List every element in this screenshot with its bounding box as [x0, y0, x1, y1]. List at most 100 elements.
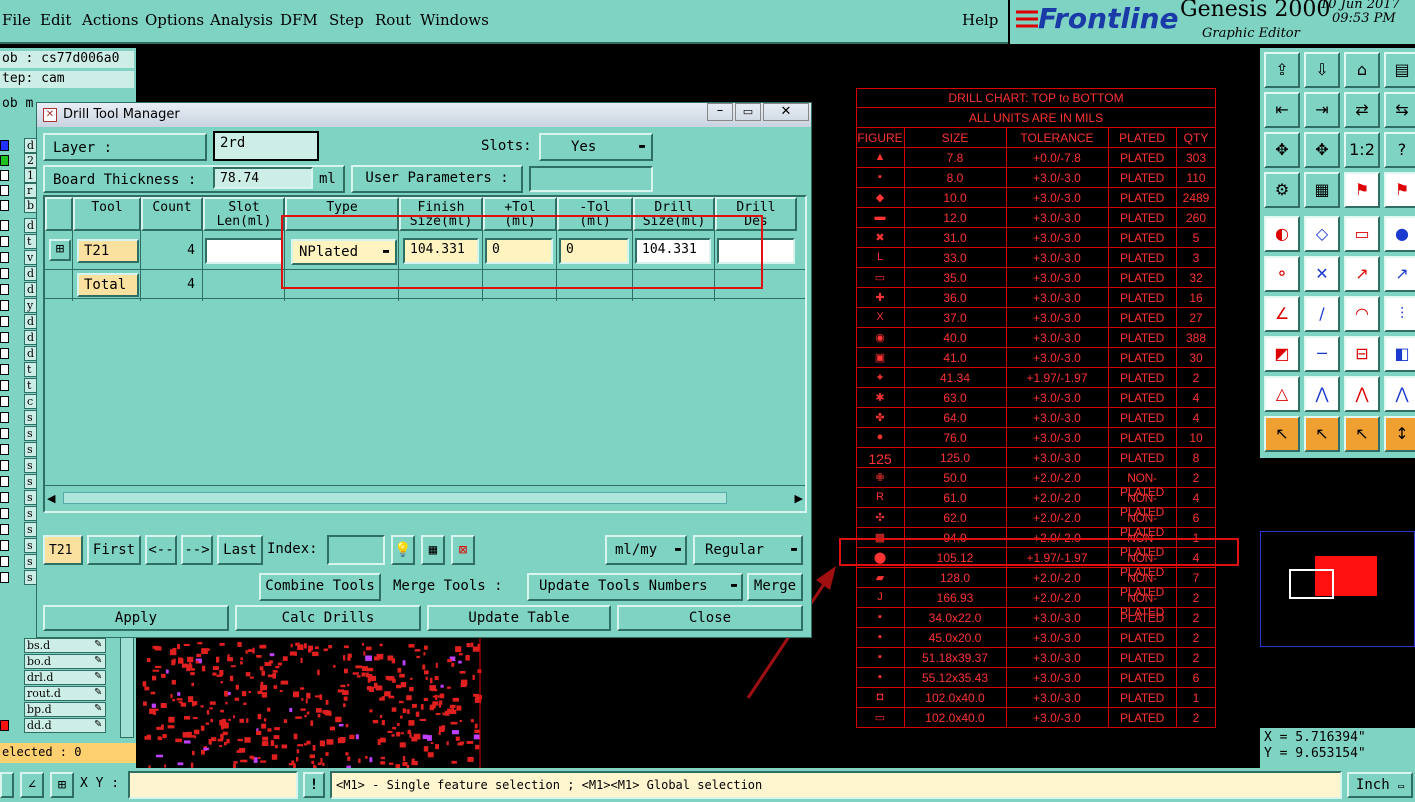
peak-icon[interactable]: ⋀	[1344, 376, 1380, 412]
layer-checkbox[interactable]	[0, 396, 9, 407]
layer-row[interactable]: bp.d ✎	[0, 702, 134, 717]
layer-checkbox[interactable]	[0, 348, 9, 359]
column-header[interactable]: Count	[141, 197, 203, 231]
fit-icon[interactable]: ✥	[1264, 132, 1300, 168]
close-icon[interactable]: ✕	[763, 103, 809, 121]
select-icon[interactable]: ↖	[1264, 416, 1300, 452]
menu-windows[interactable]: Windows	[420, 11, 489, 29]
layer-row[interactable]: drl.d ✎	[0, 670, 134, 685]
prev-button[interactable]: <--	[145, 535, 177, 565]
layer-checkbox[interactable]	[0, 444, 9, 455]
maximize-icon[interactable]: ▭	[735, 103, 761, 121]
layer-checkbox[interactable]	[0, 185, 9, 196]
status-btn-edge[interactable]	[0, 772, 14, 798]
layer-checkbox[interactable]	[0, 200, 9, 211]
layer-checkbox[interactable]	[0, 252, 9, 263]
layer-row[interactable]: rout.d ✎	[0, 686, 134, 701]
layer-checkbox[interactable]	[0, 572, 9, 583]
swap-icon[interactable]: ⇆	[1384, 92, 1415, 128]
column-header[interactable]	[45, 197, 73, 231]
dot-icon[interactable]: ●	[1384, 216, 1415, 252]
help-icon[interactable]: ?	[1384, 132, 1415, 168]
index-input[interactable]	[327, 535, 385, 565]
arc-icon[interactable]: ◠	[1344, 296, 1380, 332]
layer-row[interactable]: bo.d ✎	[0, 654, 134, 669]
layer-checkbox[interactable]	[0, 556, 9, 567]
snap-icon[interactable]: ⚑	[1384, 172, 1415, 208]
delete-icon[interactable]: ⊠	[451, 535, 475, 565]
table-icon[interactable]: ▦	[421, 535, 445, 565]
layer-checkbox[interactable]	[0, 380, 9, 391]
select-icon[interactable]: ↖	[1344, 416, 1380, 452]
shape-icon[interactable]: ◇	[1304, 216, 1340, 252]
snap-grid-icon[interactable]: ⊞	[50, 772, 74, 798]
first-button[interactable]: First	[87, 535, 141, 565]
lightbulb-icon[interactable]: 💡	[391, 535, 415, 565]
scroll-left-icon[interactable]: ◀	[47, 492, 55, 505]
horizontal-scrollbar[interactable]: ◀ ▶	[45, 485, 805, 511]
calc-drills-button[interactable]: Calc Drills	[235, 605, 421, 631]
pad-icon[interactable]: ◐	[1264, 216, 1300, 252]
layer-checkbox[interactable]	[0, 492, 9, 503]
warning-icon[interactable]: !	[303, 772, 325, 798]
grid-icon[interactable]: ▦	[1304, 172, 1340, 208]
apply-button[interactable]: Apply	[43, 605, 229, 631]
layer-checkbox[interactable]	[0, 155, 9, 166]
layer-checkbox[interactable]	[0, 508, 9, 519]
mode-dropdown[interactable]: Regular ▬	[693, 535, 803, 565]
layer-checkbox[interactable]	[0, 720, 9, 731]
triangle-icon[interactable]: △	[1264, 376, 1300, 412]
layer-checkbox[interactable]	[0, 284, 9, 295]
select-icon[interactable]: ↖	[1304, 416, 1340, 452]
arrow-icon[interactable]: ↗	[1384, 256, 1415, 292]
menu-rout[interactable]: Rout	[375, 11, 411, 29]
menu-help[interactable]: Help	[962, 11, 998, 29]
cross-icon[interactable]: ✕	[1304, 256, 1340, 292]
update-table-button[interactable]: Update Table	[427, 605, 611, 631]
combine-tools-button[interactable]: Combine Tools	[259, 573, 381, 601]
layer-input[interactable]: 2rd	[213, 131, 319, 161]
layer-checkbox[interactable]	[0, 316, 9, 327]
tool-name[interactable]: T21	[77, 239, 139, 263]
board-thickness-input[interactable]: 78.74	[213, 167, 313, 189]
user-parameters-input[interactable]	[529, 166, 653, 192]
home-icon[interactable]: ⌂	[1344, 52, 1380, 88]
overview-viewport[interactable]	[1289, 569, 1334, 599]
group-icon[interactable]: ◩	[1264, 336, 1300, 372]
pan-right-icon[interactable]: ⇥	[1304, 92, 1340, 128]
layer-checkbox[interactable]	[0, 364, 9, 375]
row-expand-icon[interactable]: ⊞	[49, 239, 71, 261]
next-button[interactable]: -->	[181, 535, 213, 565]
layer-checkbox[interactable]	[0, 170, 9, 181]
slot-len-input[interactable]	[205, 238, 283, 264]
column-header[interactable]: Slot Len(ml)	[203, 197, 285, 231]
edit-icon[interactable]: ✎	[94, 703, 102, 714]
slots-select[interactable]: Yes ▬	[539, 133, 653, 161]
menu-analysis[interactable]: Analysis	[210, 11, 273, 29]
pan-left-icon[interactable]: ⇤	[1264, 92, 1300, 128]
minimize-icon[interactable]: –	[707, 103, 733, 121]
edit-icon[interactable]: ✎	[94, 687, 102, 698]
zoom-in-icon[interactable]: ⇪	[1264, 52, 1300, 88]
edit-icon[interactable]: ✎	[94, 719, 102, 730]
swap-icon[interactable]: ⇄	[1344, 92, 1380, 128]
layer-checkbox[interactable]	[0, 140, 9, 151]
layers-icon[interactable]: ▤	[1384, 52, 1415, 88]
menu-edit[interactable]: Edit	[40, 11, 71, 29]
layer-row[interactable]: dd.d ✎	[0, 718, 134, 733]
scale-icon[interactable]: 1:2	[1344, 132, 1380, 168]
center-icon[interactable]: ✥	[1304, 132, 1340, 168]
units-select[interactable]: Inch ▭	[1347, 772, 1413, 798]
layer-checkbox[interactable]	[0, 236, 9, 247]
line-icon[interactable]: ∠	[1264, 296, 1300, 332]
menu-dfm[interactable]: DFM	[280, 11, 318, 29]
scroll-right-icon[interactable]: ▶	[795, 492, 803, 505]
layer-checkbox[interactable]	[0, 220, 9, 231]
xy-input[interactable]	[128, 771, 298, 799]
menu-step[interactable]: Step	[329, 11, 364, 29]
arrow-icon[interactable]: ↗	[1344, 256, 1380, 292]
connect-icon[interactable]: ⚬	[1264, 256, 1300, 292]
frame-icon[interactable]: ⊟	[1344, 336, 1380, 372]
user-parameters-button[interactable]: User Parameters :	[351, 165, 523, 193]
zoom-out-icon[interactable]: ⇩	[1304, 52, 1340, 88]
